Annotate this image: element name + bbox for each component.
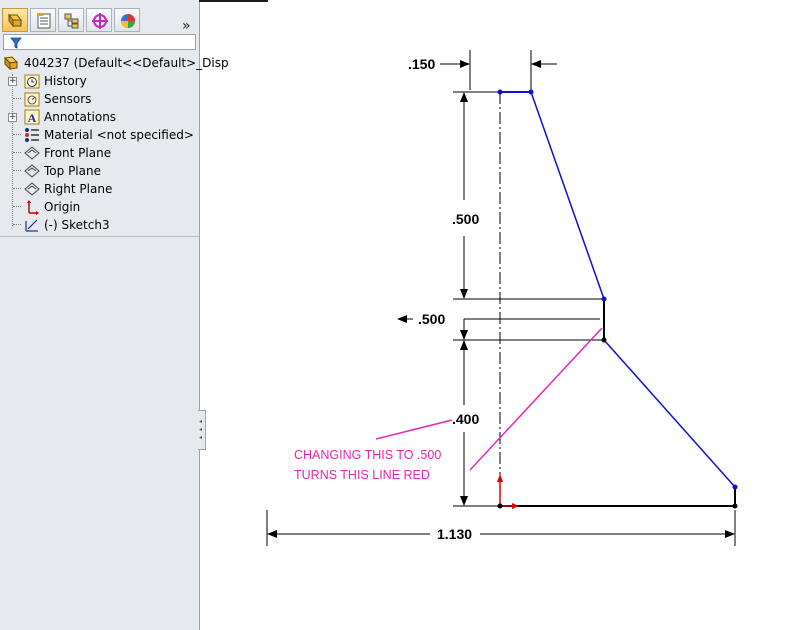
sketch-point[interactable] — [732, 503, 738, 509]
configuration-icon — [64, 13, 79, 29]
annotation-callout: CHANGING THIS TO .500 TURNS THIS LINE RE… — [294, 327, 603, 482]
tree-connector — [13, 224, 21, 225]
dimension-top-width[interactable]: .150 — [408, 56, 557, 72]
plane-icon — [24, 182, 40, 196]
sketch-line-lower-slant[interactable] — [603, 339, 736, 488]
more-tabs-button[interactable]: » — [182, 18, 191, 34]
tree-connector — [13, 170, 21, 171]
tree-item-label: Right Plane — [44, 182, 113, 196]
sketch-point[interactable] — [497, 89, 503, 95]
tree-root-label: 404237 (Default<<Default>_Disp — [24, 56, 229, 70]
configuration-manager-tab[interactable] — [58, 8, 84, 32]
sketch-origin-icon[interactable] — [497, 474, 519, 509]
property-manager-icon — [37, 13, 51, 29]
svg-text:A: A — [28, 111, 37, 125]
tree-item-sketch3[interactable]: (-) Sketch3 — [0, 216, 199, 234]
panel-toolbar: » — [2, 8, 197, 34]
tree-filter-input[interactable] — [3, 34, 196, 50]
tree-item-label: Sensors — [44, 92, 92, 106]
tree-item-label: Origin — [44, 200, 81, 214]
tree-item-history[interactable]: + History — [0, 72, 199, 90]
sketch-icon — [25, 219, 38, 232]
tree-item-label: Top Plane — [44, 164, 101, 178]
tree-connector — [13, 152, 21, 153]
dimension-lower-height[interactable]: .400 — [452, 340, 479, 506]
tree-item-origin[interactable]: Origin — [0, 198, 199, 216]
dimension-label: .150 — [408, 56, 435, 72]
tree-connector — [13, 206, 21, 207]
sketch-point[interactable] — [601, 337, 607, 343]
tree-item-annotations[interactable]: + A Annotations — [0, 108, 199, 126]
sensors-icon — [24, 92, 40, 107]
sketch-line-upper-slant[interactable] — [530, 91, 605, 300]
expand-toggle[interactable]: + — [8, 113, 17, 122]
dimension-upper-height[interactable]: .500 — [452, 92, 479, 299]
tree-divider — [0, 236, 199, 237]
tree-item-top-plane[interactable]: Top Plane — [0, 162, 199, 180]
plane-icon — [24, 164, 40, 178]
property-manager-tab[interactable] — [30, 8, 56, 32]
annotation-text-line1: CHANGING THIS TO .500 — [294, 448, 441, 462]
dimension-label: 1.130 — [437, 526, 472, 542]
filter-icon — [10, 37, 22, 49]
expand-toggle[interactable]: + — [8, 77, 17, 86]
history-icon — [24, 74, 40, 89]
tree-item-label: (-) Sketch3 — [44, 218, 110, 232]
dimension-total-width[interactable]: 1.130 — [267, 526, 735, 542]
annotation-leader-dimension — [375, 419, 453, 440]
dimxpert-manager-tab[interactable] — [86, 8, 112, 32]
tree-item-label: Material <not specified> — [44, 128, 194, 142]
part-icon — [4, 56, 19, 71]
dimension-vertical-gap[interactable]: .500 — [397, 311, 600, 340]
sketch-point[interactable] — [732, 484, 738, 490]
feature-manager-panel: » 404237 (Default<<Default>_Disp + Histo… — [0, 0, 229, 630]
feature-tree-icon — [7, 13, 23, 28]
tree-connector — [13, 134, 21, 135]
feature-tree: 404237 (Default<<Default>_Disp + History… — [0, 54, 229, 236]
dimension-label: .500 — [452, 211, 479, 227]
tree-item-label: History — [44, 74, 87, 88]
tree-item-label: Front Plane — [44, 146, 112, 160]
display-manager-tab[interactable] — [114, 8, 140, 32]
feature-manager-tab[interactable] — [2, 8, 28, 32]
tree-item-material[interactable]: Material <not specified> — [0, 126, 199, 144]
dimension-label: .500 — [418, 311, 445, 327]
display-manager-icon — [121, 14, 135, 28]
material-icon — [25, 128, 39, 142]
plane-icon — [24, 146, 40, 160]
tree-item-front-plane[interactable]: Front Plane — [0, 144, 199, 162]
sketch-canvas[interactable]: .150 .500 .500 .400 1.130 CHANGING THIS … — [200, 0, 789, 630]
annotation-leader-line — [469, 327, 603, 471]
annotations-icon: A — [24, 109, 40, 125]
dimxpert-icon — [92, 13, 108, 29]
sketch-point[interactable] — [601, 296, 607, 302]
tree-item-label: Annotations — [44, 110, 117, 124]
tree-item-right-plane[interactable]: Right Plane — [0, 180, 199, 198]
tree-connector — [13, 188, 21, 189]
origin-icon — [27, 200, 39, 215]
annotation-text-line2: TURNS THIS LINE RED — [294, 468, 430, 482]
dimension-label: .400 — [452, 411, 479, 427]
tree-item-sensors[interactable]: Sensors — [0, 90, 199, 108]
tree-connector — [13, 98, 21, 99]
sketch-point[interactable] — [528, 89, 534, 95]
